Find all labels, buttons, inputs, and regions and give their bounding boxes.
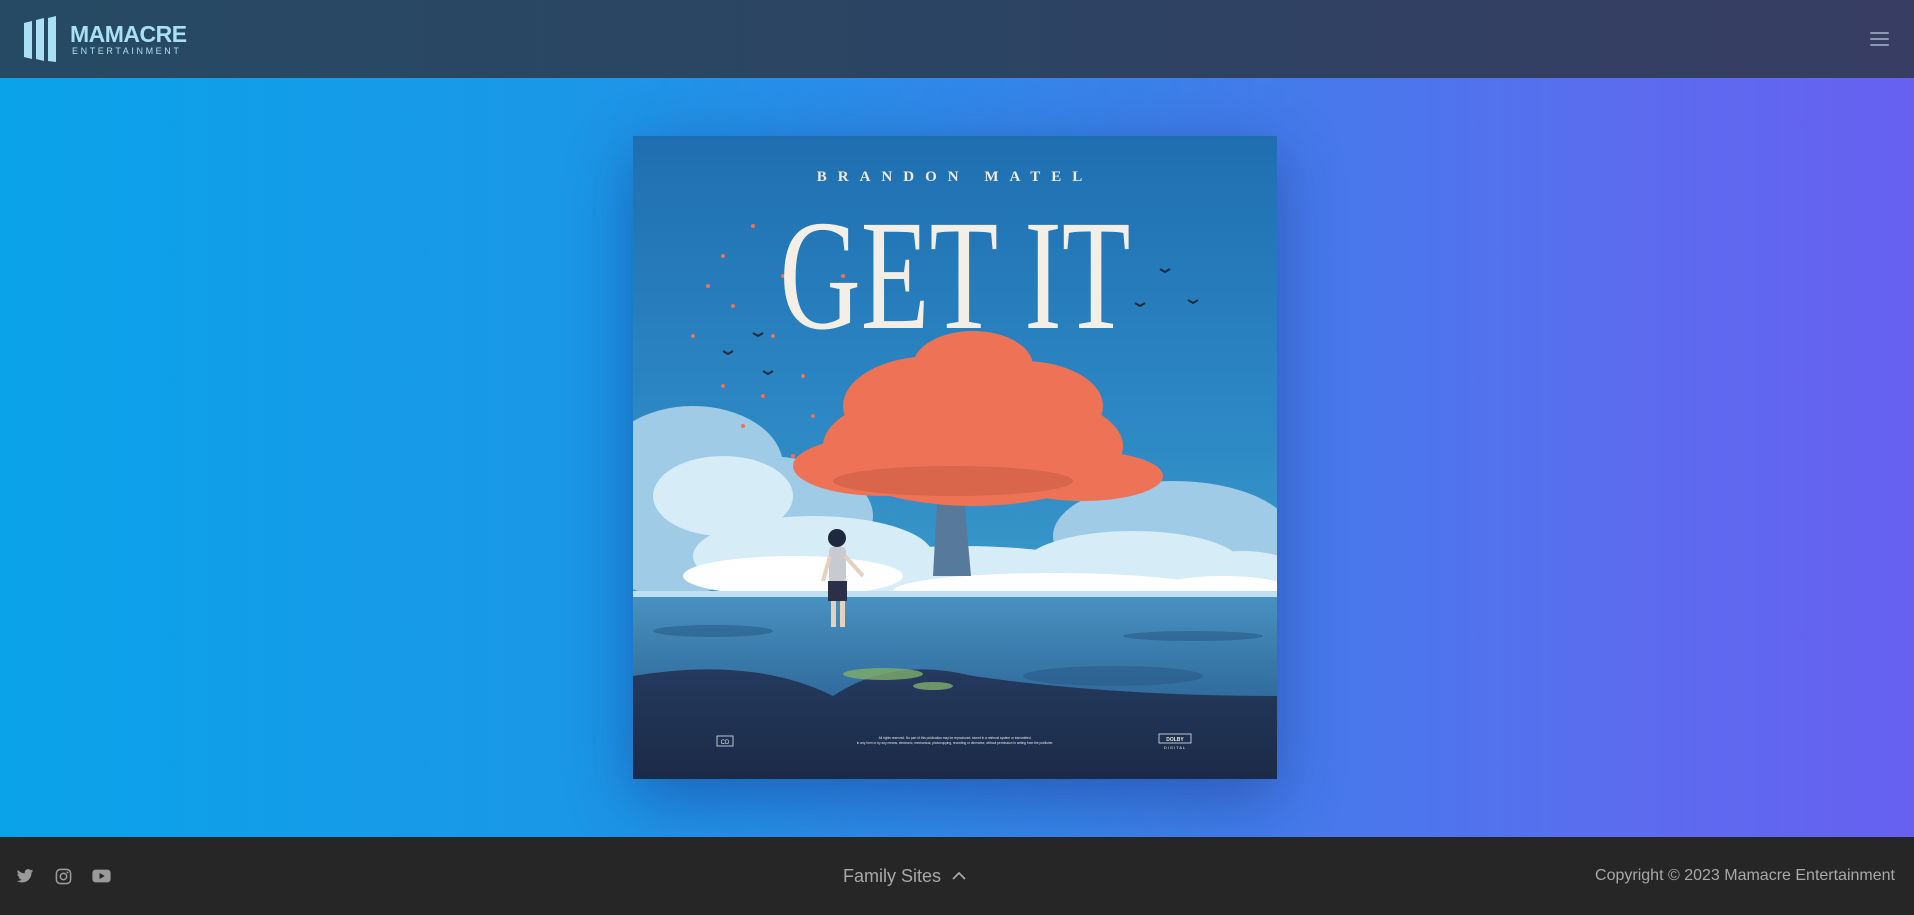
cd-badge-label: CD <box>721 740 730 746</box>
main-stage: BRANDON MATEL GET IT All rights reserved… <box>0 78 1914 837</box>
album-fine-print-2: in any form or by any means, electronic,… <box>857 741 1054 745</box>
album-fine-print-1: All rights reserved. No part of this pub… <box>879 736 1032 740</box>
album-title: GET IT <box>780 188 1131 363</box>
hamburger-menu-icon[interactable] <box>1864 24 1894 54</box>
family-sites-label: Family Sites <box>842 865 941 886</box>
album-artist: BRANDON MATEL <box>817 169 1093 185</box>
dolby-badge-bottom: DIGITAL <box>1164 745 1186 750</box>
youtube-icon[interactable] <box>91 866 111 886</box>
logo-subtitle: ENTERTAINMENT <box>72 45 182 56</box>
logo-bars-icon <box>24 16 56 62</box>
copyright-text: Copyright © 2023 Mamacre Entertainment <box>1595 867 1895 884</box>
logo-name: MAMACRE <box>70 20 187 47</box>
album-cover-artwork: BRANDON MATEL GET IT All rights reserved… <box>633 136 1277 779</box>
site-footer: Family Sites Copyright © 2023 Mamacre En… <box>0 837 1914 915</box>
album-cover[interactable]: BRANDON MATEL GET IT All rights reserved… <box>633 136 1277 779</box>
instagram-icon[interactable] <box>53 866 73 886</box>
logo-wordmark: MAMACRE ENTERTAINMENT <box>70 20 187 56</box>
social-links <box>15 866 315 886</box>
chevron-up-icon <box>952 871 966 880</box>
brand-logo-link[interactable]: MAMACRE ENTERTAINMENT <box>22 15 187 63</box>
family-sites-toggle[interactable]: Family Sites <box>843 866 967 887</box>
dolby-badge-top: DOLBY <box>1166 737 1184 743</box>
top-navbar: MAMACRE ENTERTAINMENT <box>0 0 1914 78</box>
twitter-icon[interactable] <box>15 866 35 886</box>
